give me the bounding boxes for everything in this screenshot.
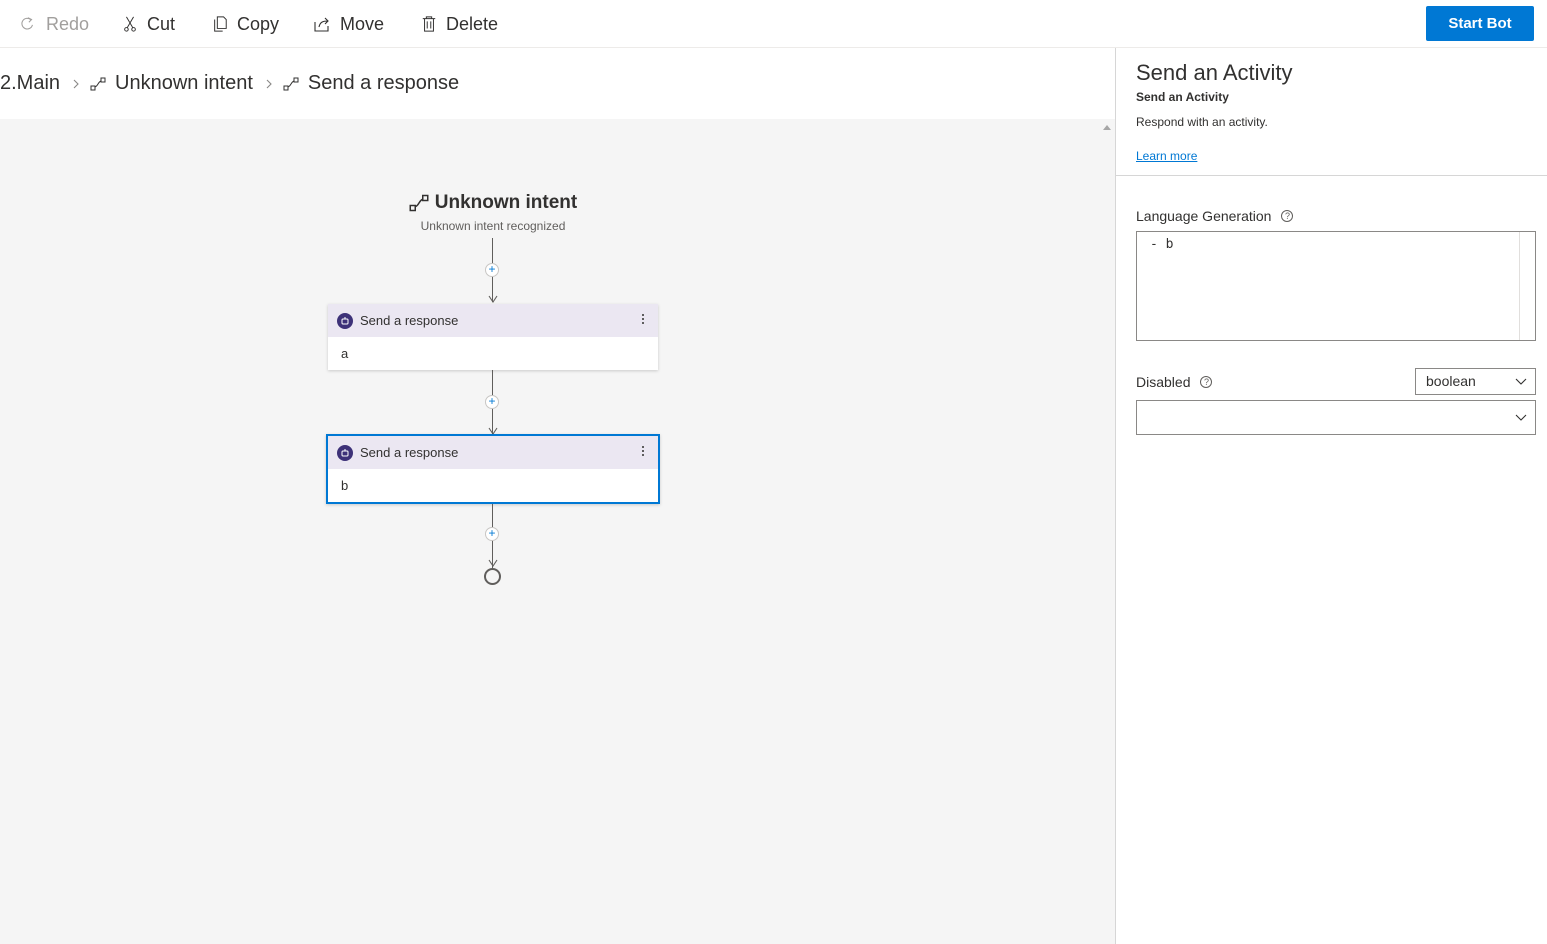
cut-label: Cut: [147, 13, 176, 34]
redo-icon: [21, 17, 33, 30]
breadcrumb-action-label: Send a response: [307, 72, 460, 94]
breadcrumb-trigger-label: Unknown intent: [115, 72, 253, 94]
flow-icon: [409, 194, 429, 212]
panel-title: Send an Activity: [1136, 60, 1293, 85]
bot-icon: [337, 312, 353, 329]
toolbar: Redo Cut Copy Move Delete Start Bot: [0, 0, 1547, 48]
action-node[interactable]: Send a response a: [328, 304, 658, 370]
add-node-button[interactable]: +: [485, 395, 499, 409]
property-panel: Send an Activity Send an Activity Respon…: [1116, 48, 1547, 944]
action-node-selected[interactable]: Send a response b: [326, 434, 660, 504]
trigger-subtitle: Unknown intent recognized: [420, 219, 566, 233]
flow-end-node: [484, 568, 501, 585]
node-body: b: [341, 478, 349, 493]
trigger-title-label: Unknown intent: [434, 192, 578, 213]
lg-field-label: Language Generation ?: [1136, 208, 1294, 224]
move-button[interactable]: Move: [313, 10, 384, 38]
scissors-icon: [124, 16, 136, 32]
scroll-up-arrow[interactable]: [1103, 125, 1111, 130]
move-label: Move: [340, 13, 385, 34]
editor-scrollbar[interactable]: [1519, 232, 1535, 340]
arrow-down-icon: [488, 295, 498, 303]
disabled-label-text: Disabled: [1136, 374, 1191, 390]
node-header: Send a response: [328, 436, 658, 469]
redo-button[interactable]: Redo: [20, 10, 89, 38]
breadcrumb-item-trigger[interactable]: Unknown intent: [90, 72, 253, 95]
type-dropdown-value: boolean: [1426, 373, 1476, 389]
trigger-node-title[interactable]: Unknown intent: [393, 192, 593, 214]
type-dropdown[interactable]: boolean: [1415, 368, 1536, 395]
panel-separator: [1116, 175, 1547, 176]
share-icon: [314, 17, 329, 32]
node-title: Send a response: [360, 313, 459, 328]
lg-editor-content: - b: [1150, 237, 1174, 252]
flow-icon: [90, 77, 106, 90]
canvas-scrollbar[interactable]: [1099, 119, 1115, 944]
delete-label: Delete: [446, 13, 499, 34]
disabled-value-dropdown[interactable]: [1136, 400, 1536, 435]
delete-button[interactable]: Delete: [421, 10, 498, 38]
more-options-icon[interactable]: [640, 444, 646, 460]
node-header: Send a response: [328, 304, 658, 337]
chevron-right-icon: [266, 79, 272, 88]
lg-label-text: Language Generation: [1136, 208, 1272, 224]
copy-icon: [214, 16, 227, 32]
redo-label: Redo: [46, 13, 90, 34]
more-options-icon[interactable]: [640, 312, 646, 328]
help-icon[interactable]: ?: [1281, 210, 1294, 222]
breadcrumb: 2.Main Unknown intent Send a response: [0, 48, 1115, 119]
add-node-button[interactable]: +: [485, 263, 499, 277]
help-icon[interactable]: ?: [1200, 376, 1213, 388]
chevron-down-icon: [1515, 378, 1527, 385]
start-bot-button[interactable]: Start Bot: [1426, 6, 1534, 41]
chevron-right-icon: [73, 79, 79, 88]
node-title: Send a response: [360, 445, 459, 460]
disabled-field-label: Disabled ?: [1136, 374, 1213, 390]
breadcrumb-item-action[interactable]: Send a response: [283, 72, 459, 95]
flow-icon: [283, 77, 299, 90]
panel-subtitle: Send an Activity: [1136, 90, 1229, 104]
trash-icon: [422, 16, 436, 32]
panel-description: Respond with an activity.: [1136, 115, 1268, 129]
node-body: a: [341, 346, 349, 361]
arrow-down-icon: [488, 559, 498, 567]
flow-canvas[interactable]: [0, 119, 1099, 944]
chevron-down-icon: [1515, 414, 1527, 421]
cut-button[interactable]: Cut: [122, 10, 175, 38]
copy-label: Copy: [237, 13, 280, 34]
breadcrumb-item-main[interactable]: 2.Main: [0, 72, 60, 95]
bot-icon: [337, 444, 353, 461]
add-node-button[interactable]: +: [485, 527, 499, 541]
learn-more-link[interactable]: Learn more: [1136, 149, 1197, 163]
copy-button[interactable]: Copy: [212, 10, 279, 38]
lg-editor[interactable]: - b: [1136, 231, 1536, 341]
